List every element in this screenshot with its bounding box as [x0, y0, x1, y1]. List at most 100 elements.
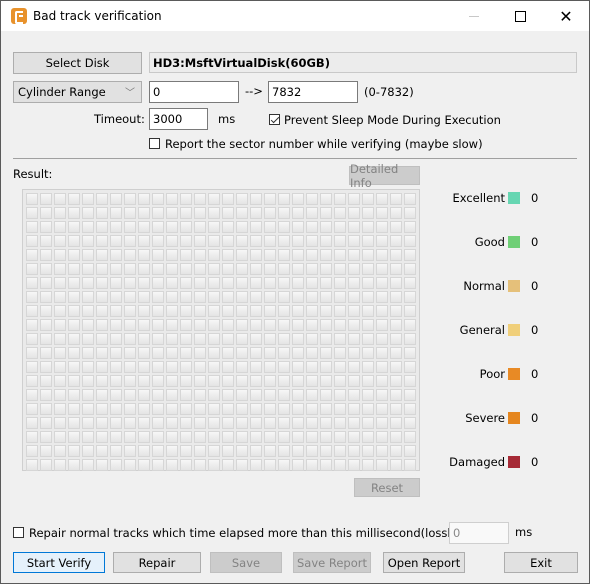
- track-cell: [40, 263, 52, 275]
- track-cell: [26, 417, 38, 429]
- range-mode-select[interactable]: Cylinder Range ﹀: [13, 81, 142, 103]
- track-cell: [390, 277, 402, 289]
- track-cell: [166, 389, 178, 401]
- track-cell: [26, 291, 38, 303]
- track-cell: [68, 333, 80, 345]
- track-cell: [348, 207, 360, 219]
- track-cell: [180, 361, 192, 373]
- select-disk-button[interactable]: Select Disk: [13, 52, 142, 74]
- window-title: Bad track verification: [33, 9, 162, 23]
- track-cell: [320, 277, 332, 289]
- track-cell: [180, 389, 192, 401]
- track-cell: [152, 263, 164, 275]
- track-cell: [334, 417, 346, 429]
- maximize-button[interactable]: [497, 1, 543, 31]
- track-cell: [82, 445, 94, 457]
- timeout-input[interactable]: 3000: [149, 108, 208, 130]
- track-cell: [194, 277, 206, 289]
- track-cell: [236, 417, 248, 429]
- track-cell: [376, 249, 388, 261]
- track-cell: [278, 445, 290, 457]
- repair-threshold-input[interactable]: 0: [449, 522, 509, 544]
- selected-disk-display: HD3:MsftVirtualDisk(60GB): [149, 52, 577, 73]
- track-cell: [236, 389, 248, 401]
- track-cell: [96, 403, 108, 415]
- range-from-input[interactable]: 0: [149, 81, 239, 103]
- track-cell: [264, 361, 276, 373]
- track-cell: [404, 403, 416, 415]
- track-cell: [292, 361, 304, 373]
- track-cell: [96, 291, 108, 303]
- track-cell: [222, 361, 234, 373]
- track-cell: [348, 263, 360, 275]
- legend-item-severe: Severe 0: [441, 410, 581, 426]
- track-cell: [208, 459, 220, 471]
- track-cell: [334, 445, 346, 457]
- track-cell: [306, 375, 318, 387]
- track-cell: [292, 347, 304, 359]
- track-cell: [250, 389, 262, 401]
- track-cell: [390, 445, 402, 457]
- track-cell: [292, 193, 304, 205]
- legend-count: 0: [531, 455, 539, 469]
- track-cell: [404, 431, 416, 443]
- repair-normal-checkbox[interactable]: [13, 527, 24, 538]
- track-cell: [152, 305, 164, 317]
- range-to-input[interactable]: 7832: [268, 81, 358, 103]
- track-cell: [26, 221, 38, 233]
- track-cell: [292, 263, 304, 275]
- track-cell: [320, 263, 332, 275]
- track-cell: [264, 417, 276, 429]
- repair-button[interactable]: Repair: [113, 552, 201, 573]
- track-cell: [222, 347, 234, 359]
- track-cell: [166, 291, 178, 303]
- track-cell: [348, 291, 360, 303]
- track-cell: [376, 305, 388, 317]
- track-cell: [306, 361, 318, 373]
- track-cell: [194, 347, 206, 359]
- track-cell: [264, 333, 276, 345]
- start-verify-button[interactable]: Start Verify: [13, 552, 105, 573]
- save-report-button[interactable]: Save Report: [293, 552, 371, 573]
- legend-item-excellent: Excellent 0: [441, 190, 581, 206]
- minimize-button[interactable]: [451, 1, 497, 31]
- prevent-sleep-checkbox[interactable]: [269, 114, 280, 125]
- track-cell: [250, 305, 262, 317]
- track-cell: [208, 375, 220, 387]
- track-cell: [362, 417, 374, 429]
- close-button[interactable]: ✕: [543, 1, 589, 31]
- exit-button[interactable]: Exit: [504, 552, 578, 573]
- track-cell: [110, 235, 122, 247]
- minimize-icon: [469, 15, 479, 17]
- track-cell: [54, 319, 66, 331]
- detailed-info-button[interactable]: Detailed Info: [349, 162, 420, 190]
- report-sector-checkbox[interactable]: [149, 138, 160, 149]
- track-cell: [222, 431, 234, 443]
- track-cell: [362, 319, 374, 331]
- track-cell: [264, 431, 276, 443]
- reset-button[interactable]: Reset: [354, 478, 420, 497]
- track-cell: [222, 249, 234, 261]
- track-cell: [250, 235, 262, 247]
- track-cell: [390, 375, 402, 387]
- track-cell: [320, 445, 332, 457]
- track-cell: [82, 459, 94, 471]
- track-cell: [152, 207, 164, 219]
- track-cell: [166, 403, 178, 415]
- track-cell: [278, 193, 290, 205]
- save-button[interactable]: Save: [210, 552, 282, 573]
- track-cell: [68, 347, 80, 359]
- track-cell: [194, 445, 206, 457]
- track-cell: [306, 431, 318, 443]
- track-cell: [292, 431, 304, 443]
- track-cell: [152, 319, 164, 331]
- track-cell: [124, 193, 136, 205]
- track-cell: [96, 445, 108, 457]
- track-cell: [250, 333, 262, 345]
- track-cell: [334, 375, 346, 387]
- track-cell: [124, 375, 136, 387]
- track-cell: [208, 305, 220, 317]
- track-cell: [124, 361, 136, 373]
- open-report-button[interactable]: Open Report: [383, 552, 465, 573]
- track-cell: [54, 305, 66, 317]
